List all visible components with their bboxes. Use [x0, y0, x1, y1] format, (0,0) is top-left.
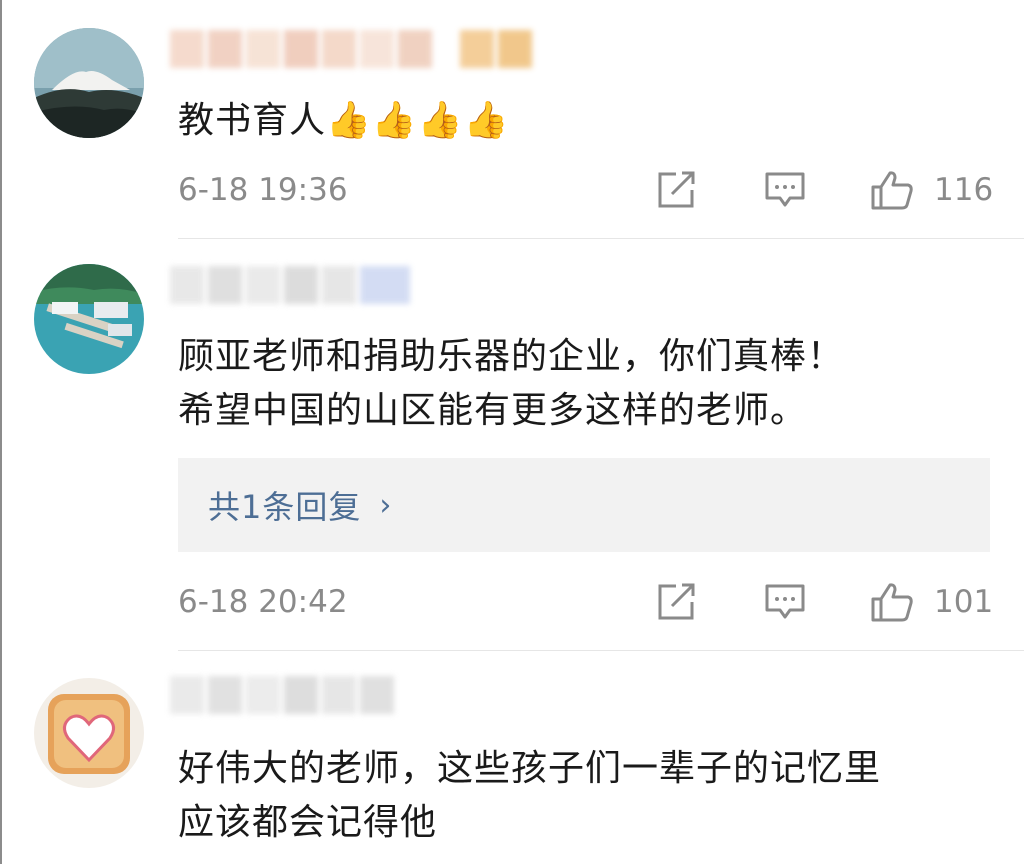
- screen-edge: [0, 0, 2, 864]
- replies-label: 共1条回复: [208, 488, 362, 526]
- comment-meta: 6-18 19:36 116: [178, 168, 993, 212]
- username-blurred[interactable]: [170, 30, 532, 74]
- username-blurred[interactable]: [170, 676, 394, 720]
- comment-divider: [178, 650, 1024, 651]
- view-replies-button[interactable]: 共1条回复 ›: [178, 458, 990, 552]
- user-avatar[interactable]: [34, 28, 144, 138]
- share-icon: [658, 171, 695, 208]
- username-blurred[interactable]: [170, 266, 410, 310]
- like-count: 101: [934, 584, 994, 620]
- chevron-right-icon: ›: [379, 487, 392, 523]
- thumbs-up-icon: [871, 171, 913, 210]
- comment-line: 教书育人👍👍👍👍: [178, 100, 510, 141]
- like-button[interactable]: 116: [870, 168, 993, 212]
- share-icon: [658, 583, 695, 620]
- heart-toast-avatar: [34, 678, 144, 788]
- comment-divider: [178, 238, 1024, 239]
- comment-time: 6-18 20:42: [178, 584, 348, 620]
- comment-line: 应该都会记得他: [178, 802, 438, 843]
- comment-button[interactable]: [764, 170, 806, 210]
- comment-text: 教书育人👍👍👍👍: [178, 94, 509, 148]
- thumbs-up-icon: [871, 583, 913, 622]
- comment-icon: [765, 584, 805, 619]
- comment-text: 顾亚老师和捐助乐器的企业，你们真棒！ 希望中国的山区能有更多这样的老师。: [178, 330, 844, 438]
- comment-line: 希望中国的山区能有更多这样的老师。: [178, 390, 808, 431]
- like-count: 116: [934, 172, 994, 208]
- user-avatar[interactable]: [34, 264, 144, 374]
- share-button[interactable]: [656, 170, 698, 210]
- comment-time: 6-18 19:36: [178, 172, 348, 208]
- comment-line: 顾亚老师和捐助乐器的企业，你们真棒！: [178, 336, 845, 377]
- mountain-landscape-avatar: [34, 28, 144, 138]
- user-avatar[interactable]: [34, 678, 144, 788]
- like-button[interactable]: 101: [870, 580, 993, 624]
- comment-meta: 6-18 20:42 101: [178, 580, 993, 624]
- lakeside-pier-avatar: [34, 264, 144, 374]
- comment-text: 好伟大的老师，这些孩子们一辈子的记忆里 应该都会记得他: [178, 742, 881, 850]
- comment-icon: [765, 172, 805, 207]
- share-button[interactable]: [656, 582, 698, 622]
- comment-line: 好伟大的老师，这些孩子们一辈子的记忆里: [178, 748, 882, 789]
- comment-button[interactable]: [764, 582, 806, 622]
